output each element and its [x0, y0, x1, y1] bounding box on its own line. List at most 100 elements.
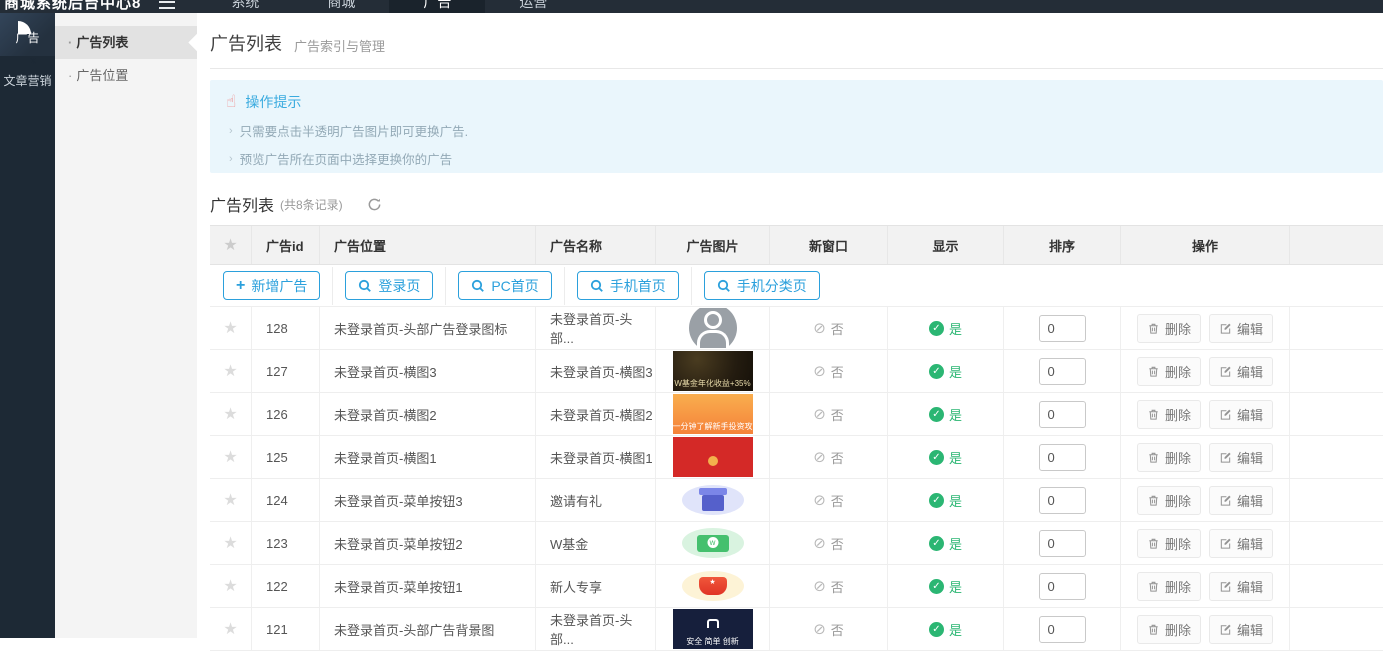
- sort-input[interactable]: [1039, 487, 1086, 514]
- ad-name-cell: W基金: [536, 522, 656, 564]
- column-header: 新窗口: [770, 226, 888, 264]
- delete-button[interactable]: 删除: [1137, 572, 1201, 601]
- ad-id-cell: 125: [252, 436, 320, 478]
- tip-text: 只需要点击半透明广告图片即可更换广告.: [240, 121, 468, 140]
- submenu-sidebar: ·广告列表 ·广告位置: [55, 13, 197, 638]
- tips-panel: ☝ 操作提示 › 只需要点击半透明广告图片即可更换广告. › 预览广告所在页面中…: [210, 80, 1383, 173]
- page-header: 广告列表 广告索引与管理: [210, 13, 1383, 69]
- edit-button[interactable]: 编辑: [1209, 572, 1273, 601]
- star-icon[interactable]: ★: [223, 404, 237, 424]
- new-window-value: ⊘ 否: [813, 491, 844, 510]
- delete-button[interactable]: 删除: [1137, 615, 1201, 644]
- tips-title: 操作提示: [245, 92, 301, 112]
- star-icon[interactable]: ★: [223, 533, 237, 553]
- edit-button[interactable]: 编辑: [1209, 615, 1273, 644]
- star-icon[interactable]: ★: [223, 490, 237, 510]
- column-header: 显示: [888, 226, 1004, 264]
- column-header: 操作: [1121, 226, 1290, 264]
- star-icon[interactable]: ★: [223, 447, 237, 467]
- ad-position-cell: 未登录首页-菜单按钮2: [320, 522, 536, 564]
- edit-button[interactable]: 编辑: [1209, 314, 1273, 343]
- edit-button[interactable]: 编辑: [1209, 529, 1273, 558]
- page-title: 广告列表: [210, 30, 282, 56]
- ad-image[interactable]: 一分钟了解新手投资攻略: [673, 394, 753, 434]
- table-row: ★ 124 未登录首页-菜单按钮3 邀请有礼 ⊘ 否 ✓ 是 删: [210, 479, 1383, 522]
- filter-button[interactable]: 手机首页: [577, 271, 679, 300]
- delete-button[interactable]: 删除: [1137, 486, 1201, 515]
- sort-input[interactable]: [1039, 401, 1086, 428]
- submenu-item-ad-position[interactable]: ·广告位置: [55, 59, 197, 92]
- refresh-icon[interactable]: [367, 197, 382, 212]
- list-title: 广告列表: [210, 192, 274, 216]
- check-circle-icon: ✓: [929, 321, 944, 336]
- ad-image[interactable]: [673, 566, 753, 606]
- topnav-item[interactable]: 广告: [389, 0, 485, 13]
- new-window-value: ⊘ 否: [813, 319, 844, 338]
- topnav-item[interactable]: 系统: [197, 0, 293, 13]
- slash-circle-icon: ⊘: [813, 407, 826, 422]
- sort-input[interactable]: [1039, 444, 1086, 471]
- search-icon: [717, 279, 731, 293]
- ad-image-graphic: [707, 619, 719, 628]
- sort-input[interactable]: [1039, 358, 1086, 385]
- ad-image-graphic: [708, 456, 718, 466]
- column-header: 广告位置: [320, 226, 536, 264]
- delete-button[interactable]: 删除: [1137, 357, 1201, 386]
- ad-position-cell: 未登录首页-菜单按钮3: [320, 479, 536, 521]
- submenu-label: 广告位置: [76, 68, 128, 83]
- ad-name-cell: 未登录首页-头部...: [536, 608, 656, 650]
- record-count: (共8条记录): [280, 196, 343, 213]
- submenu-item-ad-list[interactable]: ·广告列表: [55, 26, 197, 59]
- sidebar-item-ads[interactable]: 广告: [0, 13, 55, 56]
- delete-button[interactable]: 删除: [1137, 400, 1201, 429]
- show-value: ✓ 是: [929, 405, 962, 424]
- ad-image[interactable]: 安全 简单 创新: [673, 609, 753, 649]
- menu-icon[interactable]: [159, 0, 175, 9]
- delete-button[interactable]: 删除: [1137, 529, 1201, 558]
- ad-position-cell: 未登录首页-横图2: [320, 393, 536, 435]
- star-icon[interactable]: ★: [223, 619, 237, 639]
- table-body: ★ 128 未登录首页-头部广告登录图标 未登录首页-头部... ⊘ 否 ✓ 是: [210, 307, 1383, 651]
- filter-button[interactable]: PC首页: [458, 271, 551, 300]
- table-row: ★ 127 未登录首页-横图3 未登录首页-横图3 W基金年化收益+35% ⊘ …: [210, 350, 1383, 393]
- show-value: ✓ 是: [929, 362, 962, 381]
- edit-button[interactable]: 编辑: [1209, 357, 1273, 386]
- topnav-item[interactable]: 商城: [293, 0, 389, 13]
- check-circle-icon: ✓: [929, 536, 944, 551]
- star-icon[interactable]: ★: [223, 361, 237, 381]
- ad-id-cell: 121: [252, 608, 320, 650]
- show-value: ✓ 是: [929, 491, 962, 510]
- table-row: ★ 121 未登录首页-头部广告背景图 未登录首页-头部... 安全 简单 创新…: [210, 608, 1383, 651]
- sort-input[interactable]: [1039, 530, 1086, 557]
- ad-image[interactable]: [673, 523, 753, 563]
- ad-image[interactable]: W基金年化收益+35%: [673, 351, 753, 391]
- star-icon[interactable]: ★: [223, 576, 237, 596]
- toolbar-divider: [445, 267, 446, 305]
- filter-button[interactable]: 登录页: [345, 271, 433, 300]
- delete-button[interactable]: 删除: [1137, 314, 1201, 343]
- delete-button[interactable]: 删除: [1137, 443, 1201, 472]
- table-row: ★ 123 未登录首页-菜单按钮2 W基金 ⊘ 否 ✓ 是 删除: [210, 522, 1383, 565]
- edit-button[interactable]: 编辑: [1209, 400, 1273, 429]
- top-bar: 商城系统后台中心8 系统商城广告运营: [0, 0, 1383, 13]
- edit-button[interactable]: 编辑: [1209, 443, 1273, 472]
- sort-input[interactable]: [1039, 616, 1086, 643]
- sort-input[interactable]: [1039, 573, 1086, 600]
- ad-image-caption: 一分钟了解新手投资攻略: [673, 423, 753, 431]
- new-window-value: ⊘ 否: [813, 620, 844, 639]
- edit-button[interactable]: 编辑: [1209, 486, 1273, 515]
- show-value: ✓ 是: [929, 534, 962, 553]
- star-icon[interactable]: ★: [223, 318, 237, 338]
- ad-name-cell: 未登录首页-横图3: [536, 350, 656, 392]
- ad-image[interactable]: [673, 437, 753, 477]
- add-ad-button[interactable]: + 新增广告: [223, 271, 320, 300]
- ad-image[interactable]: [673, 480, 753, 520]
- toolbar-divider: [691, 267, 692, 305]
- slash-circle-icon: ⊘: [813, 364, 826, 379]
- sidebar-item-article-marketing[interactable]: 文章营销: [0, 56, 55, 99]
- sort-input[interactable]: [1039, 315, 1086, 342]
- ad-image[interactable]: [673, 308, 753, 348]
- filter-button[interactable]: 手机分类页: [704, 271, 820, 300]
- ad-id-cell: 124: [252, 479, 320, 521]
- topnav-item[interactable]: 运营: [485, 0, 581, 13]
